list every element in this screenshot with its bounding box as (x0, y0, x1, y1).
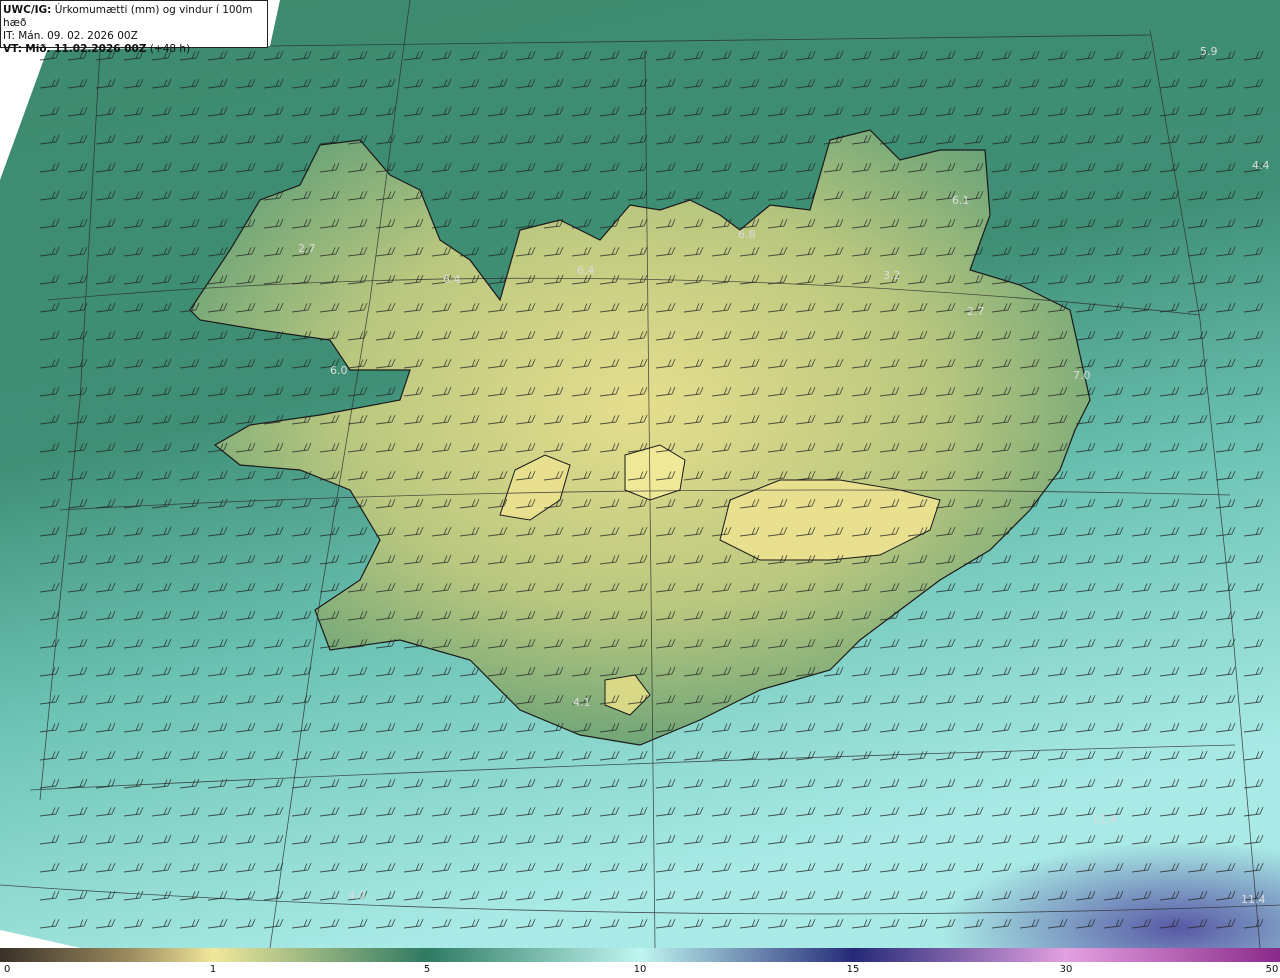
model-name: UWC/IG: (3, 4, 52, 16)
colorbar-tick: 10 (633, 964, 647, 975)
value-label: 2.7 (298, 242, 316, 255)
precipitation-map: 5.9 4.4 6.1 6.8 2.7 6.4 6.4 3.2 2.7 6.0 … (0, 0, 1280, 962)
value-label: 4.1 (573, 696, 591, 709)
valid-time-line: VT: Mið. 11.02.2026 00Z (+48 h) (3, 43, 265, 56)
value-label: 2.7 (967, 305, 985, 318)
value-label: 6.0 (330, 364, 348, 377)
value-label: 6.1 (952, 194, 970, 207)
valid-time-value: Mið. 11.02.2026 00Z (25, 43, 147, 55)
value-label: 5.9 (1200, 45, 1218, 58)
value-label: 7.0 (1073, 369, 1091, 382)
south-purple-area (600, 700, 1280, 948)
valid-time-label: VT: (3, 43, 22, 55)
value-label: 12.4 (1092, 813, 1117, 826)
colorbar-tick: 5 (423, 964, 431, 975)
value-label: 11.4 (1241, 893, 1266, 906)
title-line: UWC/IG: Úrkomumætti (mm) og vindur í 100… (3, 4, 265, 30)
value-label: 6.8 (738, 228, 756, 241)
colorbar-tick: 15 (846, 964, 860, 975)
colorbar-tick: 0 (4, 964, 11, 975)
value-label: 4.0 (348, 889, 366, 902)
init-time-value: Mán. 09. 02. 2026 00Z (18, 30, 138, 42)
map-header: UWC/IG: Úrkomumætti (mm) og vindur í 100… (0, 0, 268, 55)
colorbar-tick: 50 (1265, 964, 1279, 975)
value-label: 6.4 (577, 264, 595, 277)
value-label: 4.4 (1252, 159, 1270, 172)
init-time-line: IT: Mán. 09. 02. 2026 00Z (3, 30, 265, 43)
lead-time: (+48 h) (149, 43, 191, 55)
value-label: 3.2 (883, 269, 901, 282)
colorbar-tick: 30 (1059, 964, 1073, 975)
value-label: 6.4 (443, 273, 461, 286)
colorbar (0, 948, 1280, 962)
init-time-label: IT: (3, 30, 15, 42)
colorbar-tick: 1 (209, 964, 217, 975)
